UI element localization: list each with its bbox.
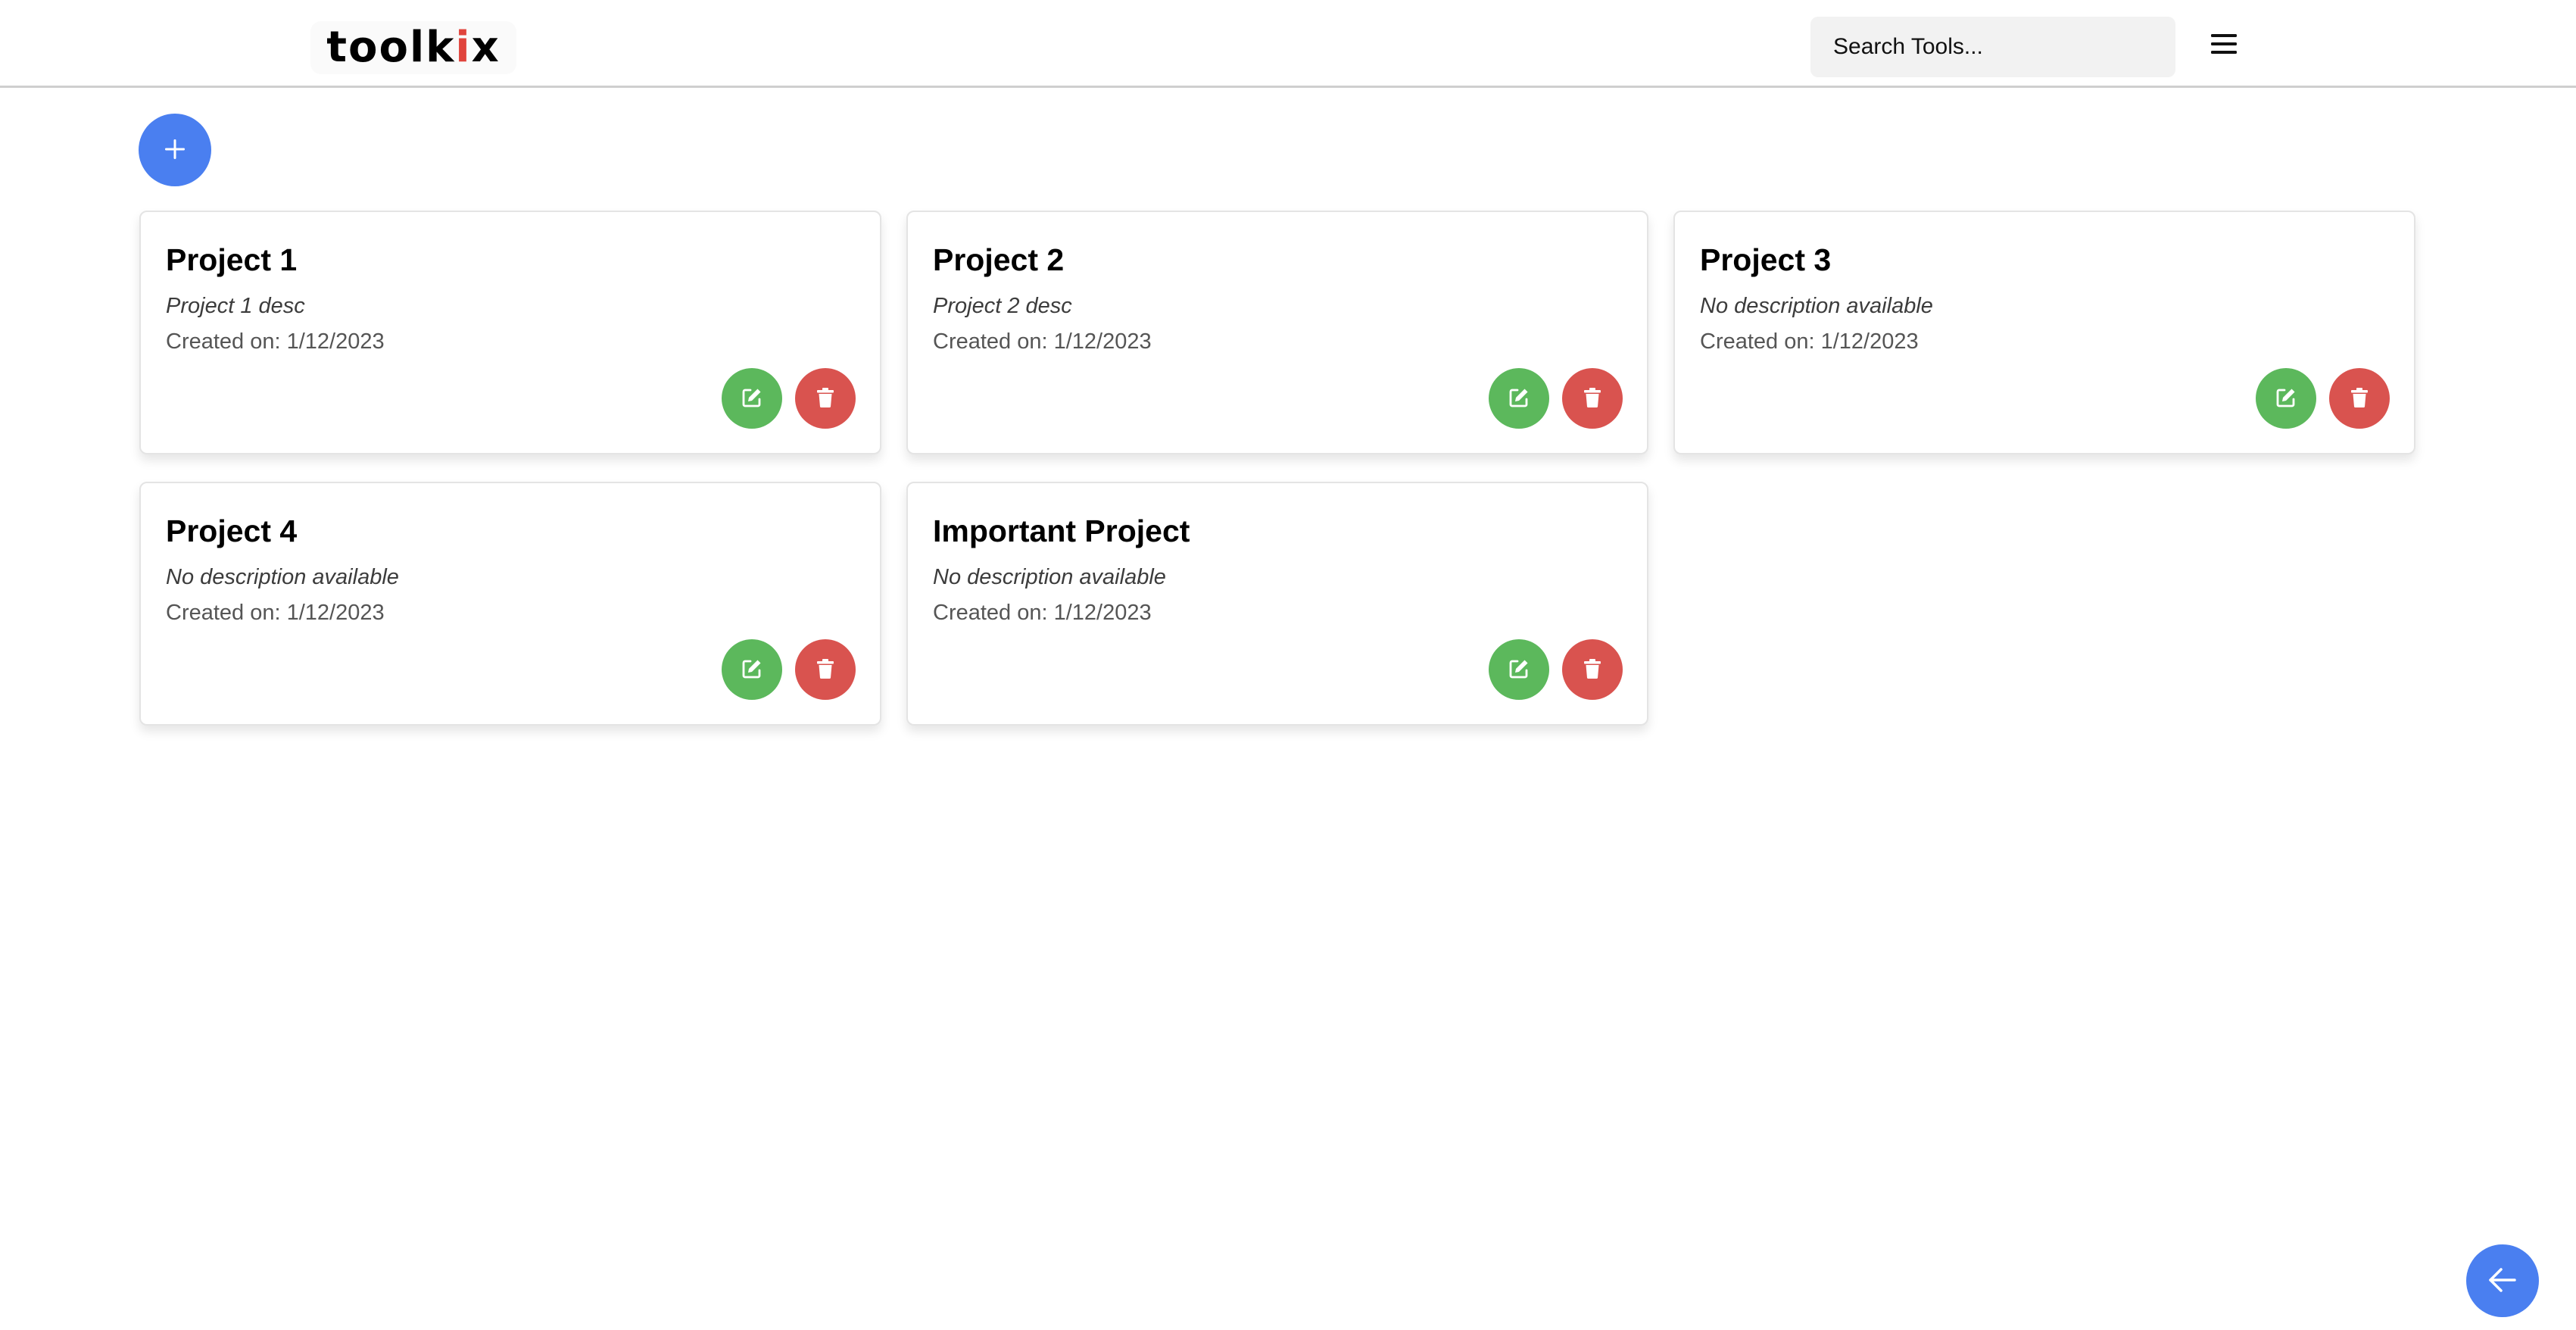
menu-button[interactable] xyxy=(2207,27,2241,62)
project-card[interactable]: Project 4 No description available Creat… xyxy=(139,482,881,726)
created-date-value: 1/12/2023 xyxy=(1053,601,1152,625)
delete-project-button[interactable] xyxy=(1562,368,1623,429)
project-card-actions xyxy=(722,639,856,700)
edit-icon xyxy=(741,386,763,411)
project-card[interactable]: Project 1 Project 1 desc Created on: 1/1… xyxy=(139,211,881,454)
top-navbar: toolk i x xyxy=(0,0,2576,88)
project-title: Project 4 xyxy=(166,514,298,548)
project-card-actions xyxy=(722,368,856,429)
created-label: Created on: xyxy=(933,601,1054,625)
created-label: Created on: xyxy=(933,329,1054,354)
created-date-value: 1/12/2023 xyxy=(1820,329,1919,354)
logo-text-end: x xyxy=(471,23,501,72)
project-card[interactable]: Project 3 No description available Creat… xyxy=(1673,211,2415,454)
trash-icon xyxy=(814,386,837,411)
project-card[interactable]: Project 2 Project 2 desc Created on: 1/1… xyxy=(906,211,1648,454)
project-title: Project 1 xyxy=(166,242,298,277)
trash-icon xyxy=(814,657,837,682)
project-title: Important Project xyxy=(933,514,1190,548)
delete-project-button[interactable] xyxy=(795,368,856,429)
project-created-date: Created on: 1/12/2023 xyxy=(933,329,1152,354)
edit-project-button[interactable] xyxy=(722,639,782,700)
trash-icon xyxy=(1581,657,1604,682)
edit-icon xyxy=(1508,657,1530,682)
app-root: toolkix Project 1 Project 1 desc Created… xyxy=(0,0,2576,1330)
delete-project-button[interactable] xyxy=(2329,368,2390,429)
edit-project-button[interactable] xyxy=(722,368,782,429)
project-description: Project 1 desc xyxy=(166,294,305,318)
created-label: Created on: xyxy=(166,601,287,625)
back-button[interactable] xyxy=(2466,1244,2539,1317)
project-card-actions xyxy=(2256,368,2390,429)
project-card[interactable]: Important Project No description availab… xyxy=(906,482,1648,726)
trash-icon xyxy=(2348,386,2371,411)
arrow-left-icon xyxy=(2487,1266,2518,1296)
logo-text-accent: i xyxy=(455,23,472,72)
created-label: Created on: xyxy=(166,329,287,354)
search-tools-input[interactable] xyxy=(1810,17,2175,77)
toolkix-logo[interactable]: toolk i x xyxy=(310,21,516,74)
hamburger-menu-icon xyxy=(2210,32,2238,58)
project-card-actions xyxy=(1489,639,1623,700)
project-created-date: Created on: 1/12/2023 xyxy=(166,601,385,626)
edit-project-button[interactable] xyxy=(2256,368,2316,429)
edit-icon xyxy=(741,657,763,682)
add-project-button[interactable] xyxy=(139,114,211,186)
project-created-date: Created on: 1/12/2023 xyxy=(1700,329,1919,354)
project-card-grid: Project 1 Project 1 desc Created on: 1/1… xyxy=(139,211,2417,726)
project-description: No description available xyxy=(933,565,1166,589)
trash-icon xyxy=(1581,386,1604,411)
project-description: No description available xyxy=(1700,294,1933,318)
project-description: No description available xyxy=(166,565,399,589)
edit-icon xyxy=(1508,386,1530,411)
project-description: Project 2 desc xyxy=(933,294,1072,318)
delete-project-button[interactable] xyxy=(795,639,856,700)
project-title: Project 3 xyxy=(1700,242,1832,277)
project-card-actions xyxy=(1489,368,1623,429)
created-date-value: 1/12/2023 xyxy=(286,329,385,354)
project-title: Project 2 xyxy=(933,242,1065,277)
logo-text-main: toolk xyxy=(326,23,456,72)
project-created-date: Created on: 1/12/2023 xyxy=(166,329,385,354)
edit-icon xyxy=(2275,386,2297,411)
created-date-value: 1/12/2023 xyxy=(286,601,385,625)
delete-project-button[interactable] xyxy=(1562,639,1623,700)
created-date-value: 1/12/2023 xyxy=(1053,329,1152,354)
edit-project-button[interactable] xyxy=(1489,368,1549,429)
project-created-date: Created on: 1/12/2023 xyxy=(933,601,1152,626)
created-label: Created on: xyxy=(1700,329,1821,354)
edit-project-button[interactable] xyxy=(1489,639,1549,700)
plus-icon xyxy=(164,138,186,163)
